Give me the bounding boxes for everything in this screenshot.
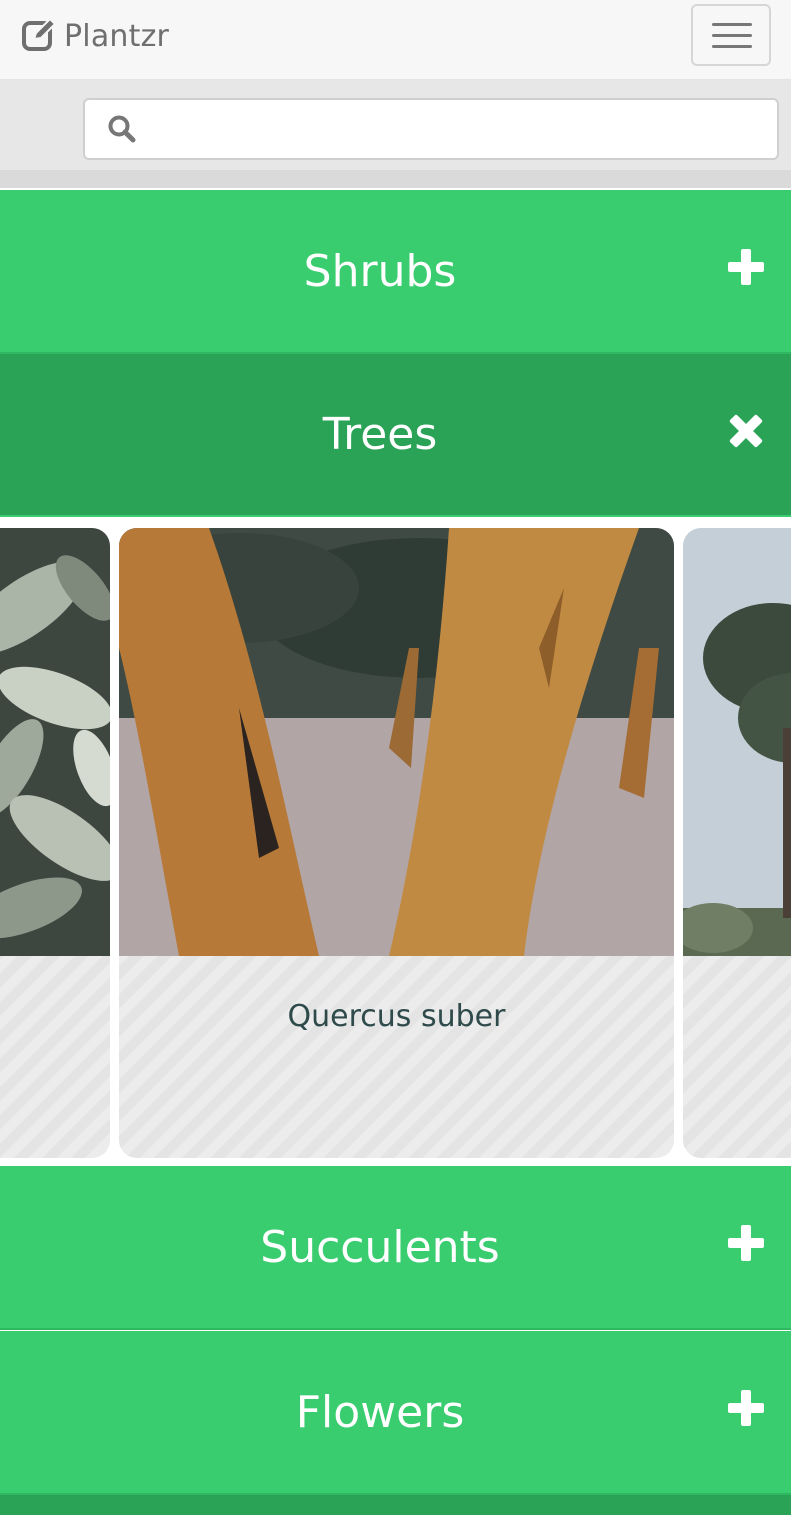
brand-link[interactable]: Plantzr (22, 16, 169, 56)
trees-carousel[interactable]: Quercus suber (0, 517, 791, 1166)
category-shrubs[interactable]: Shrubs (0, 190, 791, 354)
search-bar (0, 80, 791, 188)
next-category-edge (0, 1495, 791, 1515)
category-label: Shrubs (303, 245, 457, 297)
category-label: Trees (322, 409, 438, 460)
plus-icon[interactable] (727, 1224, 765, 1266)
plus-icon[interactable] (727, 1389, 765, 1431)
search-icon (107, 114, 137, 148)
category-label: Flowers (295, 1386, 465, 1438)
category-succulents[interactable]: Succulents (0, 1166, 791, 1330)
edit-icon (22, 17, 58, 55)
search-bar-divider (0, 170, 791, 188)
brand-name: Plantzr (64, 18, 170, 54)
plant-card-quercus-suber[interactable]: Quercus suber (119, 528, 674, 1158)
close-icon[interactable] (727, 412, 765, 454)
menu-toggle-button[interactable] (691, 4, 771, 66)
plant-card[interactable] (0, 528, 110, 1158)
search-input[interactable] (147, 108, 771, 152)
cork-oak-trunks-photo (119, 528, 674, 956)
rubber-plant-leaves-photo (0, 528, 110, 956)
plant-name (683, 956, 791, 1076)
search-field[interactable] (83, 98, 779, 160)
category-flowers[interactable]: Flowers (0, 1331, 791, 1495)
plant-name: Quercus suber (287, 998, 506, 1034)
plant-name (0, 956, 110, 1076)
category-label: Succulents (260, 1221, 500, 1273)
top-navbar: Plantzr (0, 0, 791, 80)
plant-card[interactable] (683, 528, 791, 1158)
tree-against-sky-photo (683, 528, 791, 956)
plus-icon[interactable] (727, 248, 765, 290)
category-trees[interactable]: Trees (0, 354, 791, 518)
